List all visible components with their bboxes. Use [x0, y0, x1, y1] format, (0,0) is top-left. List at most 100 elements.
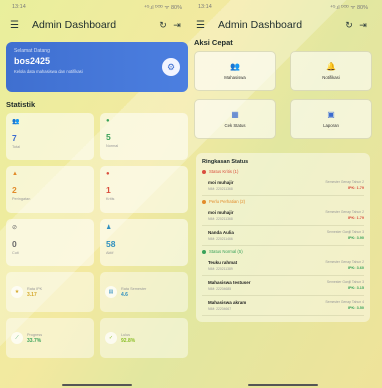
summary-title: Ringkasan Status — [202, 159, 249, 165]
student-nim: NIM: 22204667 — [208, 307, 232, 311]
status-group-label: Status Normal (5) — [209, 249, 243, 254]
stat-card[interactable]: ⊘ 0 Cuti — [6, 219, 94, 266]
student-name: moi muhajir — [208, 210, 234, 215]
app-bar: ☰ Admin Dashboard ↻ ⇥ — [192, 14, 374, 36]
person-icon: ♟ — [106, 225, 112, 231]
status-group-header: Perlu Perhatian (2) — [202, 199, 364, 204]
refresh-icon[interactable]: ↻ — [156, 20, 170, 31]
metric-title: Rata Semester — [121, 286, 147, 291]
status-summary-card: Ringkasan Status Status Kritis (1) moi mu… — [196, 153, 370, 322]
student-row[interactable]: Nanda Aulia NIM: 220211466 Semester Ganjil… — [202, 226, 364, 246]
stats-secondary-grid: ★ Rata IPK 3.17 ▤ Rata Semester 4.6 ⟋ Progress 3… — [6, 272, 188, 358]
status-icons: ⁴ᴳ.ıl ᴰᴼᴰ ᯤ 80% — [144, 5, 182, 11]
student-name: Mahasiswa akram — [208, 300, 247, 305]
metric-card[interactable]: ⟋ Progress 33.7% — [6, 318, 94, 358]
admin-avatar-icon: ⚙ — [162, 58, 180, 76]
stat-card[interactable]: ♟ 58 Aktif — [100, 219, 188, 266]
student-ipk: IPK: 3.60 — [347, 266, 364, 270]
status-dot-icon — [202, 169, 206, 174]
student-ipk: IPK: 1.79 — [347, 186, 364, 190]
quick-actions-title: Aksi Cepat — [194, 38, 233, 47]
status-group-header: Status Normal (5) — [202, 249, 364, 254]
welcome-card: Selamat Datang bos2425 Kelola data mahas… — [6, 42, 188, 92]
metric-value: 92.8% — [121, 337, 136, 344]
metric-text: Lulus 92.8% — [121, 333, 135, 344]
student-row[interactable]: moi muhajir NIM: 220211368 Semester Genap … — [202, 176, 364, 196]
quick-action-notifikasi[interactable]: 🔔 Notifikasi — [290, 51, 372, 91]
student-row[interactable]: Mahasiswa testuser NIM: 22204685 Semester … — [202, 276, 364, 296]
metric-title: Rata IPK — [27, 286, 43, 291]
metric-card[interactable]: ★ Rata IPK 3.17 — [6, 272, 94, 312]
student-nim: NIM: 220211389 — [208, 267, 233, 271]
quick-action-cek-status[interactable]: ▦ Cek Status — [194, 99, 276, 139]
student-info: Nanda Aulia NIM: 220211466 — [208, 230, 234, 241]
stat-card[interactable]: ▲ 2 Peringatan — [6, 166, 94, 213]
stat-card[interactable]: ● 5 Normal — [100, 113, 188, 160]
student-semester: Semester Ganjil Tahun 3 — [326, 280, 364, 284]
status-time: 13:14 — [12, 4, 26, 10]
warning-icon: ▲ — [12, 171, 18, 177]
quick-action-mahasiswa[interactable]: 👥 Mahasiswa — [194, 51, 276, 91]
app-bar: ☰ Admin Dashboard ↻ ⇥ — [6, 14, 188, 36]
stat-value: 58 — [106, 239, 116, 249]
student-semester: Semester Genap Tahun 2 — [325, 260, 364, 264]
student-ipk: IPK: 3.50 — [347, 306, 364, 310]
quick-action-label: Cek Status — [224, 123, 246, 128]
student-semester: Semester Genap Tahun 4 — [325, 300, 364, 304]
stats-grid: 👥 7 Total ● 5 Normal ▲ 2 Peringatan ● 1 Kritis ⊘ 0 Cut… — [6, 113, 188, 266]
student-row[interactable]: Mahasiswa akram NIM: 22204667 Semester Gen… — [202, 296, 364, 316]
stat-value: 0 — [12, 239, 17, 249]
quick-action-label: Notifikasi — [322, 75, 340, 80]
student-row[interactable]: moi muhajir NIM: 220211368 Semester Genap … — [202, 206, 364, 226]
student-row[interactable]: Teuku rahmat NIM: 220211389 Semester Genap… — [202, 256, 364, 276]
student-info: Teuku rahmat NIM: 220211389 — [208, 260, 237, 271]
student-ipk: IPK: 3.90 — [347, 236, 364, 240]
stat-card[interactable]: 👥 7 Total — [6, 113, 94, 160]
student-info: moi muhajir NIM: 220211368 — [208, 210, 234, 221]
quick-action-label: Laporan — [323, 123, 339, 128]
status-bar: 13:14 ⁴ᴳ.ıl ᴰᴼᴰ ᯤ 80% — [6, 0, 188, 14]
stat-label: Aktif — [106, 251, 114, 255]
student-ipk: IPK: 1.79 — [347, 216, 364, 220]
metric-title: Progress — [27, 332, 43, 337]
quick-action-label: Mahasiswa — [224, 75, 246, 80]
status-bar: 13:14 ⁴ᴳ.ıl ᴰᴼᴰ ᯤ 80% — [192, 0, 374, 14]
student-info: Mahasiswa testuser NIM: 22204685 — [208, 280, 251, 291]
student-name: Nanda Aulia — [208, 230, 234, 235]
metric-card[interactable]: ▤ Rata Semester 4.6 — [100, 272, 188, 312]
trend-icon: ⟋ — [11, 332, 23, 344]
student-semester: Semester Ganjil Tahun 3 — [326, 230, 364, 234]
bell-icon: 🔔 — [326, 62, 336, 71]
left-screen: 13:14 ⁴ᴳ.ıl ᴰᴼᴰ ᯤ 80% ☰ Admin Dashboard … — [6, 0, 188, 388]
welcome-username: bos2425 — [14, 56, 51, 66]
student-academic: Semester Ganjil Tahun 3 IPK: 3.90 — [327, 230, 364, 241]
quick-action-laporan[interactable]: ▣ Laporan — [290, 99, 372, 139]
app-title: Admin Dashboard — [218, 19, 303, 31]
quick-actions-grid: 👥 Mahasiswa 🔔 Notifikasi ▦ Cek Status ▣ Laporan — [192, 51, 374, 139]
logout-icon[interactable]: ⇥ — [356, 20, 370, 31]
student-name: Mahasiswa testuser — [208, 280, 251, 285]
stat-value: 7 — [12, 133, 17, 143]
student-nim: NIM: 220211368 — [208, 217, 233, 221]
student-academic: Semester Genap Tahun 2 IPK: 1.79 — [325, 210, 364, 221]
refresh-icon[interactable]: ↻ — [342, 20, 356, 31]
alert-icon: ● — [106, 171, 110, 177]
menu-icon[interactable]: ☰ — [10, 20, 24, 31]
star-icon: ★ — [11, 286, 23, 298]
welcome-greeting: Selamat Datang — [14, 48, 50, 54]
stat-label: Cuti — [12, 251, 19, 255]
graduate-icon: ✓ — [105, 332, 117, 344]
app-title: Admin Dashboard — [32, 19, 117, 31]
metric-value: 33.7% — [27, 337, 42, 344]
logout-icon[interactable]: ⇥ — [170, 20, 184, 31]
stat-value: 2 — [12, 185, 17, 195]
student-semester: Semester Genap Tahun 2 — [325, 210, 364, 214]
student-academic: Semester Genap Tahun 2 IPK: 3.60 — [325, 260, 364, 271]
home-indicator — [62, 384, 132, 386]
metric-card[interactable]: ✓ Lulus 92.8% — [100, 318, 188, 358]
student-nim: NIM: 220211466 — [208, 237, 233, 241]
menu-icon[interactable]: ☰ — [196, 20, 210, 31]
stat-card[interactable]: ● 1 Kritis — [100, 166, 188, 213]
status-group-label: Status Kritis (1) — [209, 169, 239, 174]
metric-value: 3.17 — [27, 291, 37, 298]
